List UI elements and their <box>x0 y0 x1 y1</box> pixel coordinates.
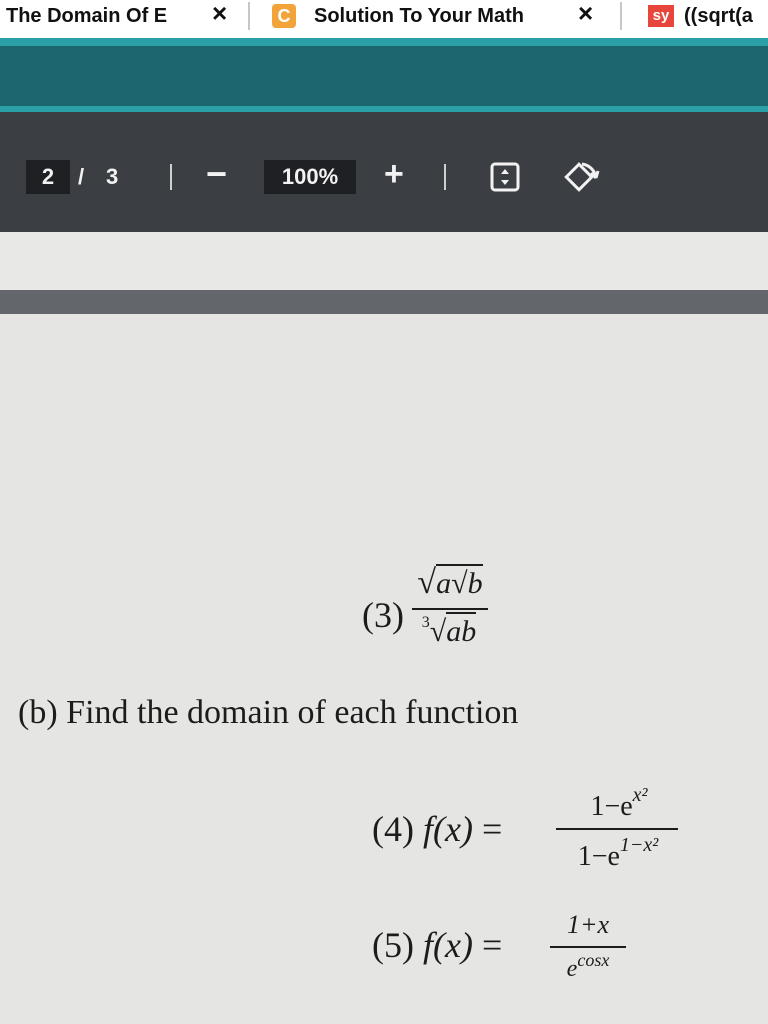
pdf-toolbar: 2 / 3 − 100% + <box>0 112 768 232</box>
tab-solution[interactable]: C Solution To Your Math <box>272 0 568 32</box>
tab-title: ((sqrt(a <box>684 4 753 27</box>
part-b-text: Find the domain of each function <box>66 694 519 731</box>
tab-close-icon[interactable]: × <box>212 0 227 30</box>
item-3-denominator: 3√ab <box>421 612 477 648</box>
chegg-favicon-icon: C <box>272 4 296 28</box>
fraction-bar <box>550 946 626 948</box>
fit-to-page-icon[interactable] <box>490 162 520 192</box>
toolbar-divider <box>170 164 172 190</box>
part-b-heading: (b) Find the domain of each function <box>18 694 518 732</box>
page-total: 3 <box>106 164 119 189</box>
tab-divider <box>620 2 622 30</box>
part-b-label: (b) <box>18 694 58 731</box>
item-5-function: f(x) <box>422 925 473 965</box>
pdf-page: (3) √a√b 3√ab (b) Find the domain of eac… <box>0 314 768 1024</box>
item-3-numerator: √a√b <box>417 564 483 601</box>
rotate-icon[interactable] <box>560 158 600 198</box>
item-4-lhs: (4) f(x) = <box>372 808 502 850</box>
tab-domain[interactable]: The Domain Of E <box>6 0 182 32</box>
zoom-out-button[interactable]: − <box>206 150 227 198</box>
tab-title: The Domain Of E <box>6 4 168 27</box>
item-5-equals: = <box>481 925 503 965</box>
item-3-label: (3) <box>362 595 404 635</box>
item-5-lhs: (5) f(x) = <box>372 924 502 966</box>
item-5-denominator: ecosx <box>566 950 610 982</box>
item-5-numerator: 1+x <box>566 910 610 939</box>
tab-divider <box>248 2 250 30</box>
item-4-numerator: 1−ex² <box>590 784 648 822</box>
item-4-denominator: 1−e1−x² <box>577 834 659 872</box>
symbolab-favicon-icon: sy <box>648 5 674 27</box>
item-4-label: (4) <box>372 809 414 849</box>
page-gap <box>0 232 768 290</box>
browser-tab-strip: The Domain Of E × C Solution To Your Mat… <box>0 0 768 40</box>
item-5-label: (5) <box>372 925 414 965</box>
tab-symbolab[interactable]: sy ((sqrt(a <box>648 0 768 32</box>
page-edge <box>0 290 768 314</box>
toolbar-accent-line <box>0 38 768 46</box>
fraction-bar <box>412 608 488 610</box>
zoom-in-button[interactable]: + <box>384 152 404 196</box>
browser-toolbar-band <box>0 46 768 108</box>
fraction-bar <box>556 828 678 830</box>
item-4-equals: = <box>481 809 503 849</box>
toolbar-divider <box>444 164 446 190</box>
tab-close-icon[interactable]: × <box>578 0 593 30</box>
page-number-input[interactable]: 2 <box>26 160 70 194</box>
page-separator: / <box>78 164 85 189</box>
item-4-function: f(x) <box>422 809 473 849</box>
zoom-level-input[interactable]: 100% <box>264 160 356 194</box>
tab-title: Solution To Your Math <box>314 4 524 27</box>
